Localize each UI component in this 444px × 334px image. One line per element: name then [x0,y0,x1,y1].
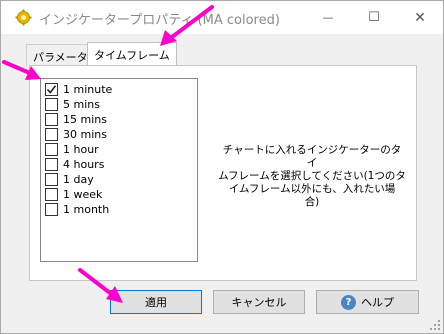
timeframe-description: チャートに入れるインジケーターのタイ ムフレームを選択してください(1つのタ イ… [218,144,406,209]
tab-strip: パラメーター タイムフレーム [1,34,443,66]
timeframe-tab-panel: 1 minute 5 mins 15 mins 30 mins 1 hour 4… [29,65,417,281]
title-bar[interactable]: インジケータープロパティ (MA colored) — ☐ ✕ [1,1,443,34]
timeframe-checkbox[interactable] [45,143,58,156]
timeframe-label: 1 minute [63,83,113,96]
timeframe-item-30-mins[interactable]: 30 mins [45,127,107,142]
timeframe-list[interactable]: 1 minute 5 mins 15 mins 30 mins 1 hour 4… [40,78,198,262]
maximize-icon: ☐ [368,10,380,25]
minimize-button[interactable]: — [305,1,351,34]
description-line: ムフレームを選択してください(1つのタ [218,170,406,182]
timeframe-checkbox[interactable] [45,98,58,111]
indicator-properties-dialog: インジケータープロパティ (MA colored) — ☐ ✕ パラメーター タ… [0,0,444,334]
timeframe-checkbox[interactable] [45,83,58,96]
timeframe-label: 1 hour [63,143,99,156]
minimize-icon: — [322,11,334,24]
help-button-label: ヘルプ [361,296,394,309]
timeframe-label: 1 week [63,188,103,201]
cancel-button-label: キャンセル [231,296,287,309]
description-line: 合) [304,196,320,208]
timeframe-checkbox[interactable] [45,128,58,141]
tab-timeframe[interactable]: タイムフレーム [87,42,177,66]
timeframe-item-1-day[interactable]: 1 day [45,172,94,187]
tab-timeframe-label: タイムフレーム [94,49,170,62]
gear-icon [15,9,32,26]
timeframe-label: 1 day [63,173,94,186]
timeframe-checkbox[interactable] [45,173,58,186]
timeframe-label: 4 hours [63,158,105,171]
timeframe-label: 5 mins [63,98,100,111]
resize-grip-icon[interactable] [429,319,441,331]
timeframe-checkbox[interactable] [45,113,58,126]
timeframe-item-1-month[interactable]: 1 month [45,202,109,217]
apply-button[interactable]: 適用 [110,290,202,314]
description-line: チャートに入れるインジケーターのタイ [222,144,402,169]
close-button[interactable]: ✕ [397,1,443,34]
timeframe-checkbox[interactable] [45,188,58,201]
window-title: インジケータープロパティ (MA colored) [39,13,280,28]
timeframe-label: 1 month [63,203,110,216]
apply-button-label: 適用 [145,296,167,309]
timeframe-item-15-mins[interactable]: 15 mins [45,112,107,127]
timeframe-item-1-minute[interactable]: 1 minute [45,82,112,97]
help-icon: ? [341,294,356,310]
timeframe-checkbox[interactable] [45,203,58,216]
help-button[interactable]: ? ヘルプ [316,290,419,314]
timeframe-item-5-mins[interactable]: 5 mins [45,97,100,112]
timeframe-item-1-hour[interactable]: 1 hour [45,142,99,157]
timeframe-item-1-week[interactable]: 1 week [45,187,102,202]
timeframe-label: 30 mins [63,128,107,141]
checkmark-icon [46,85,57,94]
cancel-button[interactable]: キャンセル [213,290,305,314]
timeframe-item-4-hours[interactable]: 4 hours [45,157,104,172]
description-line: イムフレーム以外にも、入れたい場 [228,183,396,195]
close-icon: ✕ [414,9,426,26]
timeframe-label: 15 mins [63,113,107,126]
timeframe-checkbox[interactable] [45,158,58,171]
maximize-button[interactable]: ☐ [351,1,397,34]
